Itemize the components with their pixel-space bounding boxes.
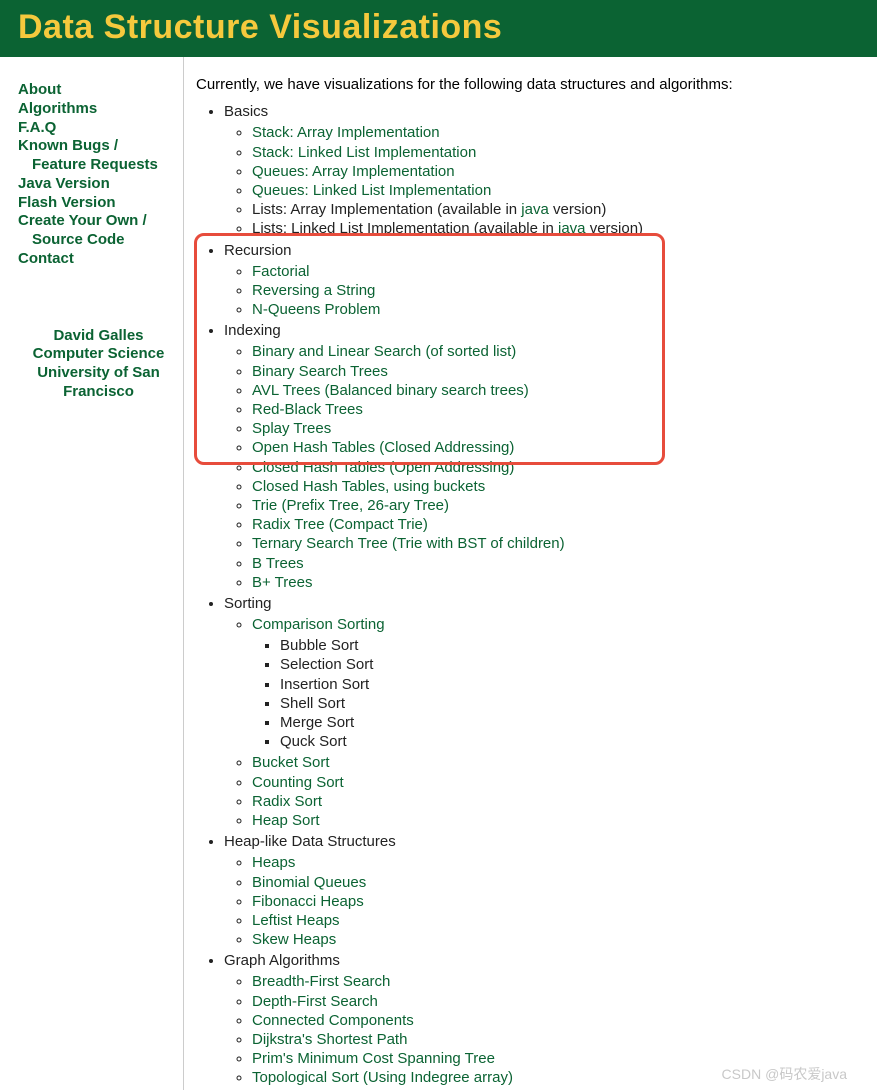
link-ternary-search-tree[interactable]: Ternary Search Tree (Trie with BST of ch…	[252, 535, 565, 552]
nav-about[interactable]: About	[18, 81, 179, 100]
link-dijkstra[interactable]: Dijkstra's Shortest Path	[252, 1031, 407, 1048]
heaps-label: Heap-like Data Structures	[224, 833, 396, 850]
link-binary-linear-search[interactable]: Binary and Linear Search (of sorted list…	[252, 343, 516, 360]
page-title: Data Structure Visualizations	[18, 8, 877, 47]
section-indexing: Indexing Binary and Linear Search (of so…	[224, 321, 869, 592]
link-b-trees[interactable]: B Trees	[252, 555, 304, 572]
link-java-1[interactable]: java	[521, 201, 549, 218]
link-leftist-heaps[interactable]: Leftist Heaps	[252, 912, 340, 929]
link-java-2[interactable]: java	[558, 220, 586, 237]
link-fibonacci-heaps[interactable]: Fibonacci Heaps	[252, 893, 364, 910]
nav-create-your-own[interactable]: Create Your Own /	[18, 212, 179, 231]
link-skew-heaps[interactable]: Skew Heaps	[252, 931, 336, 948]
basics-label: Basics	[224, 103, 268, 120]
sorting-label: Sorting	[224, 595, 272, 612]
item-lists-array: Lists: Array Implementation (available i…	[252, 200, 869, 219]
link-nqueens[interactable]: N-Queens Problem	[252, 301, 380, 318]
link-counting-sort[interactable]: Counting Sort	[252, 774, 344, 791]
link-bst[interactable]: Binary Search Trees	[252, 363, 388, 380]
intro-text: Currently, we have visualizations for th…	[196, 75, 869, 94]
main-content: Currently, we have visualizations for th…	[184, 57, 877, 1090]
item-bubble-sort: Bubble Sort	[280, 636, 869, 655]
link-splay[interactable]: Splay Trees	[252, 420, 331, 437]
link-factorial[interactable]: Factorial	[252, 263, 310, 280]
nav-feature-requests[interactable]: Feature Requests	[18, 156, 179, 175]
link-bucket-sort[interactable]: Bucket Sort	[252, 754, 330, 771]
nav-algorithms[interactable]: Algorithms	[18, 100, 179, 119]
link-heap-sort[interactable]: Heap Sort	[252, 812, 320, 829]
link-reversing-string[interactable]: Reversing a String	[252, 282, 375, 299]
section-recursion: Recursion Factorial Reversing a String N…	[224, 241, 869, 320]
link-stack-array[interactable]: Stack: Array Implementation	[252, 124, 440, 141]
sidebar-credits: David Galles Computer Science University…	[18, 327, 179, 402]
credits-univ[interactable]: University of San Francisco	[37, 364, 160, 400]
section-basics: Basics Stack: Array Implementation Stack…	[224, 102, 869, 238]
item-shell-sort: Shell Sort	[280, 694, 869, 713]
item-selection-sort: Selection Sort	[280, 655, 869, 674]
link-trie[interactable]: Trie (Prefix Tree, 26-ary Tree)	[252, 497, 449, 514]
link-radix-sort[interactable]: Radix Sort	[252, 793, 322, 810]
item-lists-linked: Lists: Linked List Implementation (avail…	[252, 219, 869, 238]
item-merge-sort: Merge Sort	[280, 713, 869, 732]
credits-name[interactable]: David Galles	[53, 327, 143, 344]
link-queue-array[interactable]: Queues: Array Implementation	[252, 163, 455, 180]
link-queue-linked[interactable]: Queues: Linked List Implementation	[252, 182, 491, 199]
item-quick-sort: Quck Sort	[280, 732, 869, 751]
link-avl[interactable]: AVL Trees (Balanced binary search trees)	[252, 382, 529, 399]
link-topological-sort[interactable]: Topological Sort (Using Indegree array)	[252, 1069, 513, 1086]
credits-dept[interactable]: Computer Science	[33, 345, 165, 362]
link-bfs[interactable]: Breadth-First Search	[252, 973, 390, 990]
nav-flash-version[interactable]: Flash Version	[18, 194, 179, 213]
link-closed-hash-bucket[interactable]: Closed Hash Tables, using buckets	[252, 478, 485, 495]
section-heaps: Heap-like Data Structures Heaps Binomial…	[224, 832, 869, 949]
nav-contact[interactable]: Contact	[18, 250, 179, 269]
link-prim[interactable]: Prim's Minimum Cost Spanning Tree	[252, 1050, 495, 1067]
item-insertion-sort: Insertion Sort	[280, 675, 869, 694]
link-stack-linked[interactable]: Stack: Linked List Implementation	[252, 144, 476, 161]
section-sorting: Sorting Comparison Sorting Bubble Sort S…	[224, 594, 869, 830]
link-comparison-sorting[interactable]: Comparison Sorting	[252, 616, 385, 633]
link-dfs[interactable]: Depth-First Search	[252, 993, 378, 1010]
graph-label: Graph Algorithms	[224, 952, 340, 969]
link-connected-components[interactable]: Connected Components	[252, 1012, 414, 1029]
nav-source-code[interactable]: Source Code	[18, 231, 179, 250]
page-header: Data Structure Visualizations	[0, 0, 877, 57]
nav-known-bugs[interactable]: Known Bugs /	[18, 137, 179, 156]
nav-faq[interactable]: F.A.Q	[18, 119, 179, 138]
link-redblack[interactable]: Red-Black Trees	[252, 401, 363, 418]
link-binomial-queues[interactable]: Binomial Queues	[252, 874, 366, 891]
indexing-label: Indexing	[224, 322, 281, 339]
link-radix-tree[interactable]: Radix Tree (Compact Trie)	[252, 516, 428, 533]
section-graph: Graph Algorithms Breadth-First Search De…	[224, 951, 869, 1087]
recursion-label: Recursion	[224, 242, 292, 259]
link-heaps[interactable]: Heaps	[252, 854, 295, 871]
sidebar: About Algorithms F.A.Q Known Bugs / Feat…	[0, 57, 184, 1090]
link-closed-hash[interactable]: Closed Hash Tables (Open Addressing)	[252, 459, 514, 476]
link-b-plus-trees[interactable]: B+ Trees	[252, 574, 312, 591]
link-open-hash[interactable]: Open Hash Tables (Closed Addressing)	[252, 439, 514, 456]
nav-java-version[interactable]: Java Version	[18, 175, 179, 194]
